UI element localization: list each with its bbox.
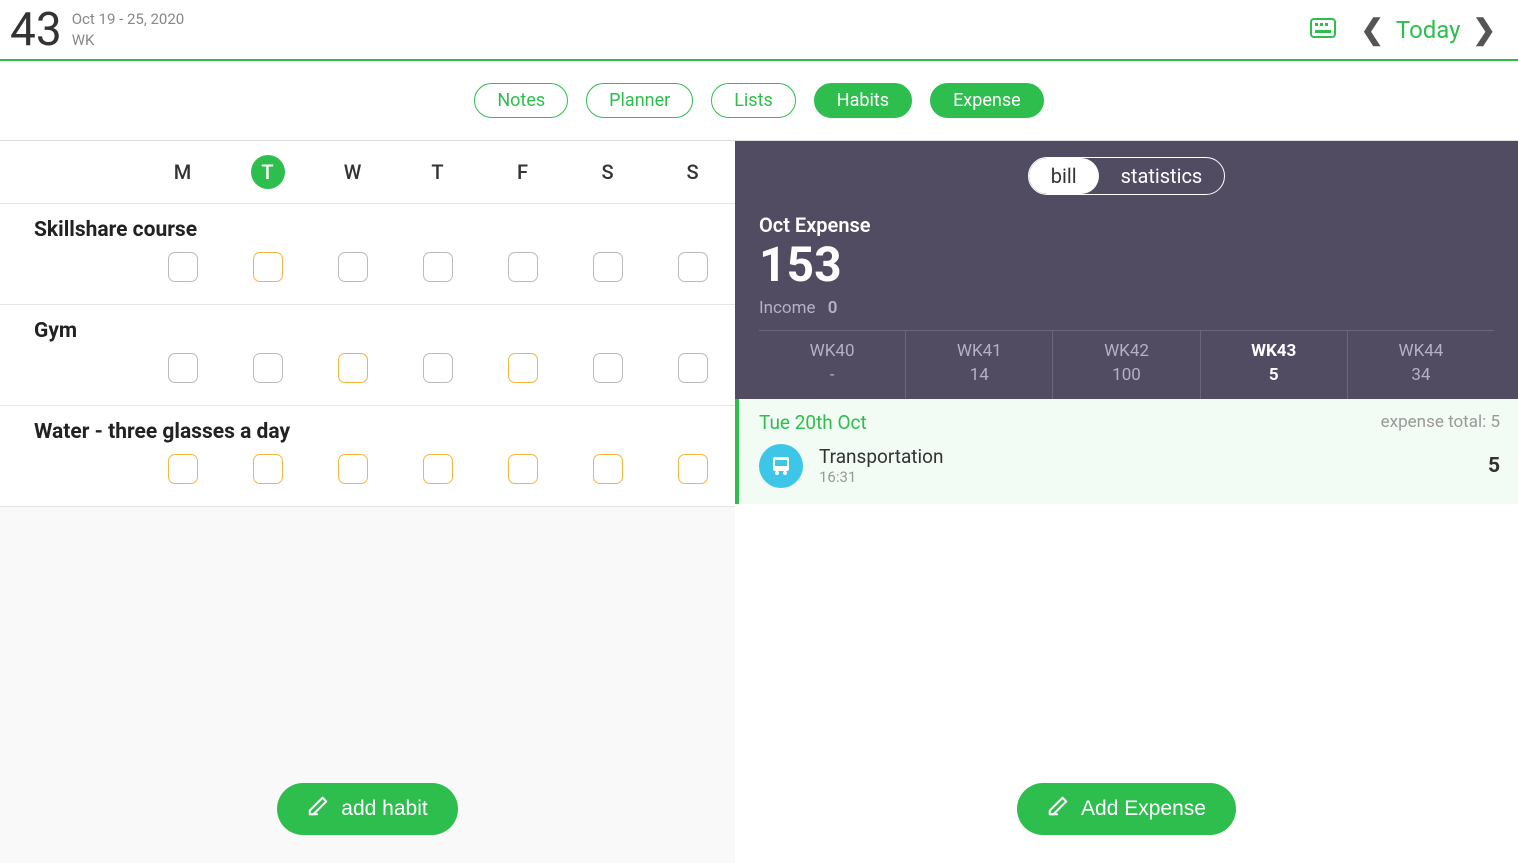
pencil-icon bbox=[1047, 795, 1069, 823]
keyboard-icon[interactable] bbox=[1310, 18, 1336, 42]
habit-checkbox[interactable] bbox=[678, 252, 708, 282]
month-expense-total: 153 bbox=[759, 239, 1494, 292]
today-button[interactable]: Today bbox=[1396, 16, 1461, 44]
habit-checkbox[interactable] bbox=[508, 252, 538, 282]
expense-toggle: bill statistics bbox=[759, 157, 1494, 195]
day-header-m-0[interactable]: M bbox=[140, 155, 225, 189]
habit-checkbox[interactable] bbox=[678, 353, 708, 383]
tab-habits[interactable]: Habits bbox=[814, 83, 912, 118]
prev-week-icon[interactable]: ❮ bbox=[1360, 13, 1383, 46]
week-wk40[interactable]: WK40- bbox=[759, 331, 906, 399]
week-number: 43 bbox=[10, 7, 62, 53]
add-habit-label: add habit bbox=[341, 797, 427, 821]
habit-checkbox[interactable] bbox=[338, 252, 368, 282]
bus-icon bbox=[759, 444, 803, 488]
habits-panel: MTWTFSS Skillshare courseGymWater - thre… bbox=[0, 141, 735, 863]
habit-checkbox[interactable] bbox=[423, 454, 453, 484]
day-header: MTWTFSS bbox=[0, 141, 735, 204]
habit-title: Gym bbox=[34, 319, 735, 343]
habit-row: Water - three glasses a day bbox=[0, 406, 735, 507]
tab-lists[interactable]: Lists bbox=[711, 83, 796, 118]
date-range: Oct 19 - 25, 2020 bbox=[72, 9, 185, 30]
expense-time: 16:31 bbox=[819, 468, 1472, 486]
habit-row: Gym bbox=[0, 305, 735, 406]
expense-entry[interactable]: Transportation 16:31 5 bbox=[759, 444, 1500, 488]
habit-checkbox[interactable] bbox=[508, 454, 538, 484]
header: 43 Oct 19 - 25, 2020 WK ❮ Today ❯ bbox=[0, 0, 1518, 61]
week-wk42[interactable]: WK42100 bbox=[1053, 331, 1200, 399]
habit-checkbox[interactable] bbox=[593, 454, 623, 484]
habit-title: Water - three glasses a day bbox=[34, 420, 735, 444]
tab-expense[interactable]: Expense bbox=[930, 83, 1044, 118]
habit-checkbox[interactable] bbox=[423, 252, 453, 282]
expense-panel: bill statistics Oct Expense 153 Income 0… bbox=[735, 141, 1518, 863]
habit-checkbox[interactable] bbox=[168, 252, 198, 282]
habit-checkbox[interactable] bbox=[678, 454, 708, 484]
tabs-row: Notes Planner Lists Habits Expense bbox=[0, 61, 1518, 141]
month-expense-label: Oct Expense bbox=[759, 213, 1494, 237]
next-week-icon[interactable]: ❯ bbox=[1473, 13, 1496, 46]
day-header-s-6[interactable]: S bbox=[650, 155, 735, 189]
income-row: Income 0 bbox=[759, 298, 1494, 318]
header-meta: Oct 19 - 25, 2020 WK bbox=[72, 9, 185, 51]
habit-checkbox[interactable] bbox=[338, 353, 368, 383]
expense-day-total: expense total: 5 bbox=[1381, 412, 1500, 432]
habit-checkbox[interactable] bbox=[593, 353, 623, 383]
header-right: ❮ Today ❯ bbox=[1310, 13, 1496, 46]
add-habit-button[interactable]: add habit bbox=[277, 783, 457, 835]
week-wk44[interactable]: WK4434 bbox=[1348, 331, 1494, 399]
day-header-t-3[interactable]: T bbox=[395, 155, 480, 189]
habit-checkbox[interactable] bbox=[253, 252, 283, 282]
habit-title: Skillshare course bbox=[34, 218, 735, 242]
wk-label: WK bbox=[72, 30, 185, 51]
habit-checkbox[interactable] bbox=[423, 353, 453, 383]
day-header-t-1[interactable]: T bbox=[225, 155, 310, 189]
habit-checkbox[interactable] bbox=[593, 252, 623, 282]
expense-category: Transportation bbox=[819, 445, 1472, 468]
nav-group: ❮ Today ❯ bbox=[1360, 13, 1496, 46]
day-header-s-5[interactable]: S bbox=[565, 155, 650, 189]
pencil-icon bbox=[307, 795, 329, 823]
expense-day-section: Tue 20th Oct expense total: 5 Transporta… bbox=[735, 399, 1518, 504]
income-label: Income bbox=[759, 298, 816, 318]
income-value: 0 bbox=[828, 298, 838, 318]
habit-row: Skillshare course bbox=[0, 204, 735, 305]
habit-checkbox[interactable] bbox=[253, 454, 283, 484]
day-header-f-4[interactable]: F bbox=[480, 155, 565, 189]
habit-checkbox[interactable] bbox=[508, 353, 538, 383]
day-header-w-2[interactable]: W bbox=[310, 155, 395, 189]
tab-notes[interactable]: Notes bbox=[474, 83, 568, 118]
weeks-strip: WK40-WK4114WK42100WK435WK4434 bbox=[759, 330, 1494, 399]
week-wk41[interactable]: WK4114 bbox=[906, 331, 1053, 399]
add-expense-label: Add Expense bbox=[1081, 797, 1206, 821]
tab-planner[interactable]: Planner bbox=[586, 83, 693, 118]
week-wk43[interactable]: WK435 bbox=[1201, 331, 1348, 399]
expense-day-date: Tue 20th Oct bbox=[759, 411, 867, 434]
habit-checkbox[interactable] bbox=[168, 353, 198, 383]
toggle-bill[interactable]: bill bbox=[1029, 158, 1099, 194]
habit-checkbox[interactable] bbox=[338, 454, 368, 484]
habit-checkbox[interactable] bbox=[253, 353, 283, 383]
habit-checkbox[interactable] bbox=[168, 454, 198, 484]
add-expense-button[interactable]: Add Expense bbox=[1017, 783, 1236, 835]
toggle-statistics[interactable]: statistics bbox=[1099, 158, 1225, 194]
expense-amount: 5 bbox=[1488, 454, 1500, 478]
